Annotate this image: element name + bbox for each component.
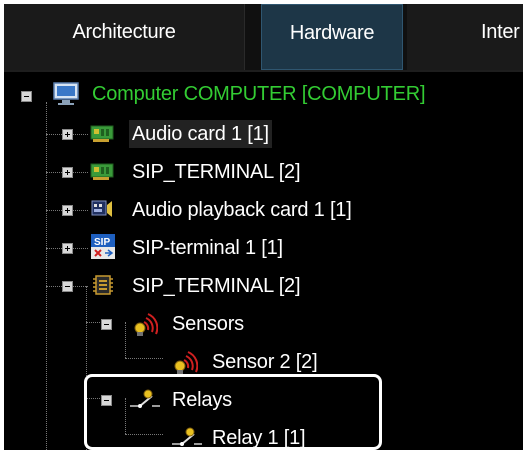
expand-icon[interactable] xyxy=(62,205,73,216)
device-tree-panel: Architecture Hardware Inter Computer COM… xyxy=(4,4,523,450)
collapse-icon[interactable] xyxy=(21,91,32,102)
tree-item-label: Sensors xyxy=(172,313,244,335)
expand-icon[interactable] xyxy=(62,243,73,254)
highlight-frame xyxy=(84,374,382,450)
tree-item-label: Audio playback card 1 [1] xyxy=(132,199,352,221)
sip-terminal-icon: SIP xyxy=(90,233,116,266)
expand-icon[interactable] xyxy=(62,167,73,178)
svg-text:SIP: SIP xyxy=(94,237,110,248)
tab-interface[interactable]: Inter xyxy=(407,4,523,70)
tab-architecture[interactable]: Architecture xyxy=(4,4,245,70)
tree-item-audio-card[interactable]: Audio card 1 [1] xyxy=(4,118,523,150)
tree-root[interactable]: Computer COMPUTER [COMPUTER] xyxy=(4,80,523,112)
expand-icon[interactable] xyxy=(62,129,73,140)
chip-icon xyxy=(92,273,114,302)
tab-hardware[interactable]: Hardware xyxy=(261,4,403,70)
sensor-icon xyxy=(128,308,159,343)
collapse-icon[interactable] xyxy=(62,281,73,292)
tab-bar: Architecture Hardware Inter xyxy=(4,4,523,70)
tree-item-sip-terminal[interactable]: SIP SIP-terminal 1 [1] xyxy=(4,232,523,264)
tree-item-sip-terminal-board[interactable]: SIP_TERMINAL [2] xyxy=(4,156,523,188)
tree-item-label: SIP_TERMINAL [2] xyxy=(132,275,301,297)
tree-item-label: SIP_TERMINAL [2] xyxy=(132,161,301,183)
tree-item-sip-terminal-expanded[interactable]: SIP_TERMINAL [2] xyxy=(4,270,523,302)
computer-icon xyxy=(52,82,80,111)
tree-item-label: SIP-terminal 1 [1] xyxy=(132,237,283,259)
audio-playback-card-icon xyxy=(90,197,114,226)
tree-item-audio-playback-card[interactable]: Audio playback card 1 [1] xyxy=(4,194,523,226)
audio-card-icon xyxy=(90,123,114,148)
tree-item-label: Audio card 1 [1] xyxy=(129,120,272,148)
tree-item-sensors[interactable]: Sensors xyxy=(4,308,523,340)
sip-terminal-board-icon xyxy=(90,161,114,186)
tree-item-label: Sensor 2 [2] xyxy=(212,351,318,373)
collapse-icon[interactable] xyxy=(101,319,112,330)
tree-root-label: Computer COMPUTER [COMPUTER] xyxy=(92,83,426,105)
hardware-tree: Computer COMPUTER [COMPUTER] Audio card … xyxy=(4,72,523,450)
